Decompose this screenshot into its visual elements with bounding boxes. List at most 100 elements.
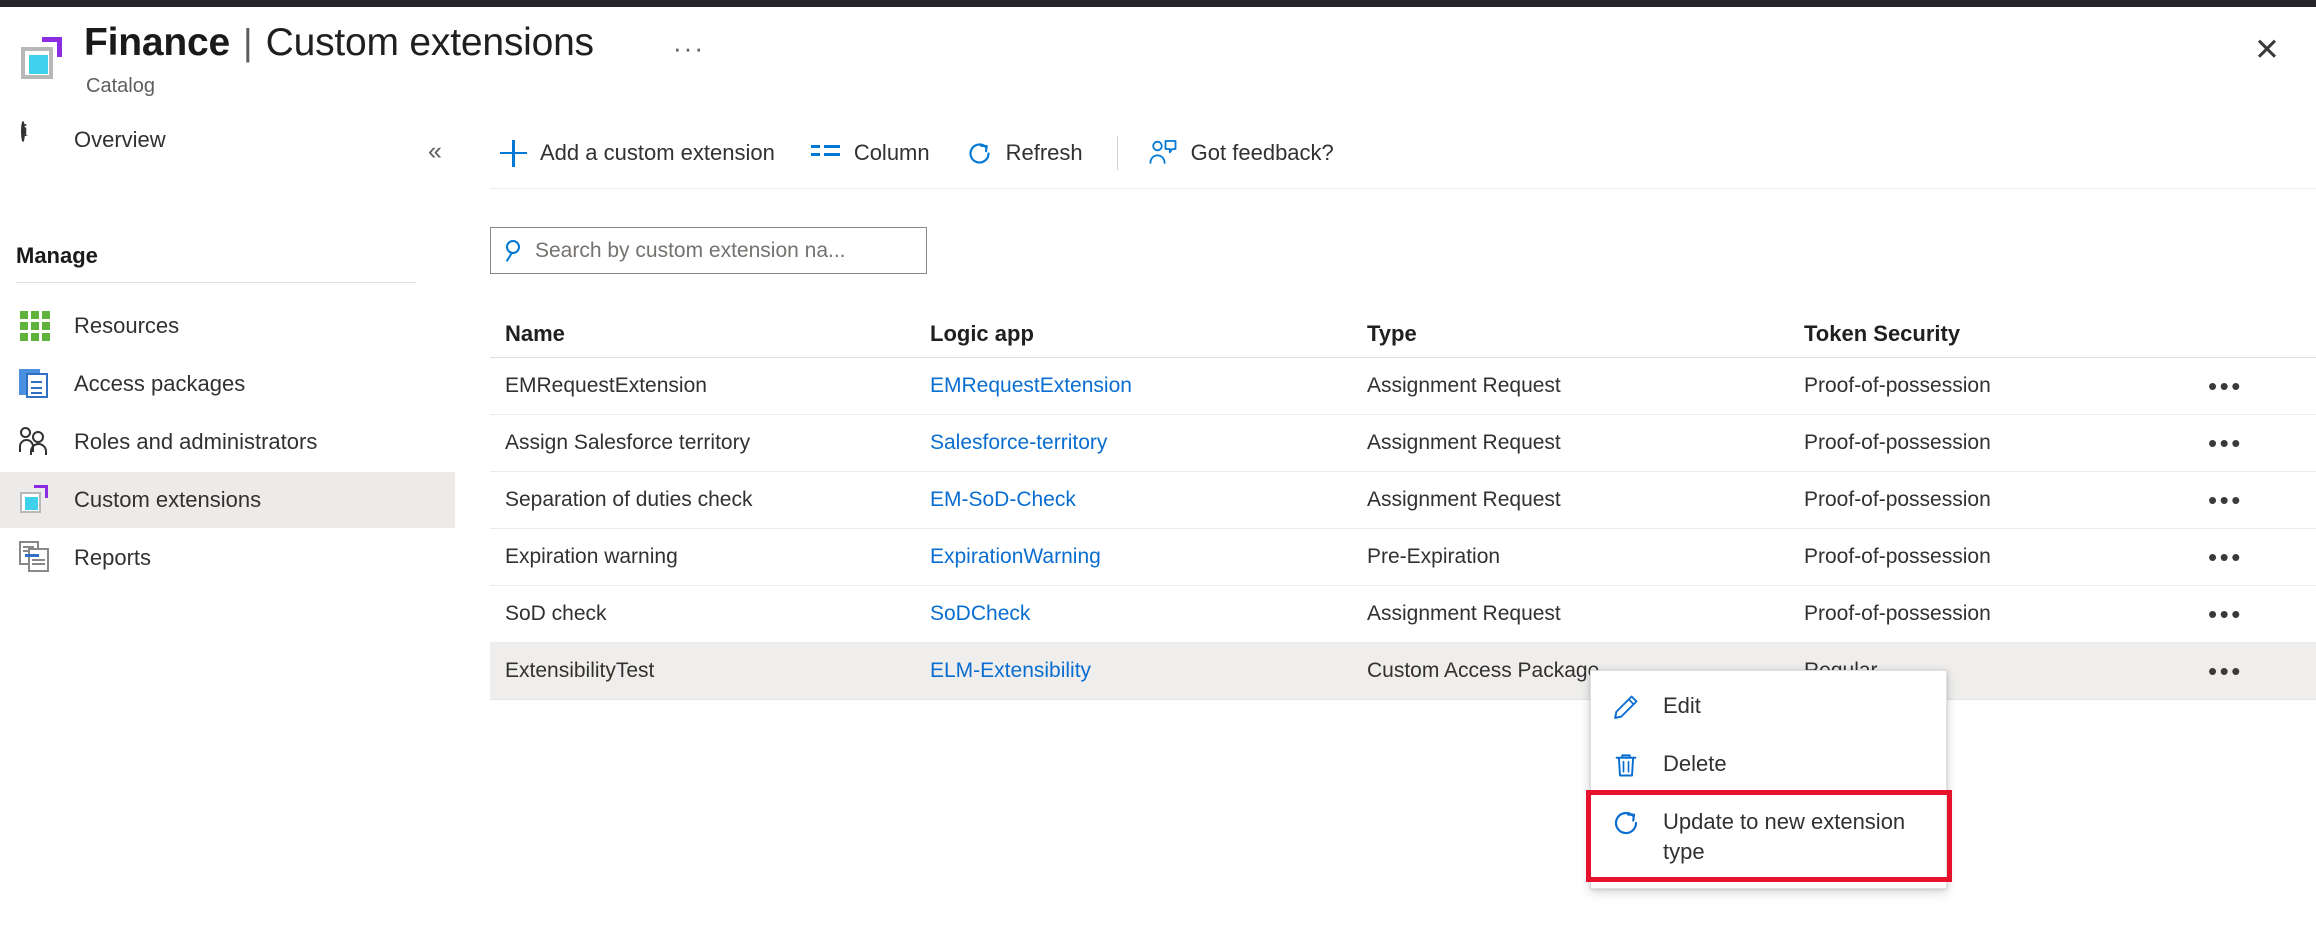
cell-type: Assignment Request bbox=[1367, 431, 1804, 455]
cell-name: Expiration warning bbox=[490, 545, 930, 569]
sidebar-item-label: Resources bbox=[74, 313, 179, 339]
cell-logic-app-link[interactable]: Salesforce-territory bbox=[930, 431, 1367, 455]
sidebar-item-access-packages[interactable]: Access packages bbox=[0, 356, 455, 412]
cell-name: SoD check bbox=[490, 602, 930, 626]
cell-name: ExtensibilityTest bbox=[490, 659, 930, 683]
pencil-icon bbox=[1611, 692, 1641, 722]
sidebar-item-resources[interactable]: Resources bbox=[0, 298, 455, 354]
cell-logic-app-link[interactable]: ExpirationWarning bbox=[930, 545, 1367, 569]
grid-icon bbox=[18, 309, 52, 343]
sidebar-item-custom-extensions[interactable]: Custom extensions bbox=[0, 472, 455, 528]
sidebar-section-manage: Manage bbox=[16, 243, 98, 269]
context-menu-item-label: Edit bbox=[1663, 691, 1701, 721]
cell-type: Assignment Request bbox=[1367, 374, 1804, 398]
cell-type: Assignment Request bbox=[1367, 602, 1804, 626]
column-button[interactable]: Column bbox=[801, 128, 940, 178]
sidebar-item-overview[interactable]: Overview bbox=[0, 112, 455, 168]
close-icon[interactable]: ✕ bbox=[2246, 29, 2288, 71]
got-feedback-label: Got feedback? bbox=[1191, 140, 1334, 166]
table-row[interactable]: SoD check SoDCheck Assignment Request Pr… bbox=[490, 586, 2316, 643]
refresh-label: Refresh bbox=[1006, 140, 1083, 166]
cell-token-security: Proof-of-possession bbox=[1804, 602, 2204, 626]
cell-token-security: Proof-of-possession bbox=[1804, 545, 2204, 569]
row-actions-icon[interactable]: ••• bbox=[2204, 658, 2247, 684]
table-row[interactable]: ExtensibilityTest ELM-Extensibility Cust… bbox=[490, 643, 2316, 700]
sidebar-item-label: Roles and administrators bbox=[74, 429, 317, 455]
sidebar-item-reports[interactable]: Reports bbox=[0, 530, 455, 586]
info-icon bbox=[18, 123, 52, 157]
refresh-button[interactable]: Refresh bbox=[956, 128, 1093, 178]
search-input[interactable] bbox=[535, 239, 905, 263]
refresh-icon bbox=[966, 140, 993, 167]
trash-icon bbox=[1611, 750, 1641, 780]
sidebar-item-label: Access packages bbox=[74, 371, 245, 397]
cell-logic-app-link[interactable]: ELM-Extensibility bbox=[930, 659, 1367, 683]
cell-name: EMRequestExtension bbox=[490, 374, 930, 398]
refresh-icon bbox=[1611, 808, 1641, 838]
table-row[interactable]: EMRequestExtension EMRequestExtension As… bbox=[490, 358, 2316, 415]
context-menu-item-delete[interactable]: Delete bbox=[1591, 736, 1946, 794]
table-header-row: Name Logic app Type Token Security bbox=[490, 310, 2316, 358]
cell-name: Assign Salesforce territory bbox=[490, 431, 930, 455]
row-actions-icon[interactable]: ••• bbox=[2204, 601, 2247, 627]
got-feedback-button[interactable]: Got feedback? bbox=[1138, 128, 1344, 178]
people-icon bbox=[18, 425, 52, 459]
sidebar: « Overview Manage Resources Access packa… bbox=[0, 112, 466, 926]
sidebar-divider bbox=[16, 282, 416, 283]
main-content: Add a custom extension Column Refresh bbox=[490, 112, 2316, 926]
search-box[interactable] bbox=[490, 227, 927, 274]
sidebar-item-label: Overview bbox=[74, 127, 166, 153]
command-bar: Add a custom extension Column Refresh bbox=[490, 124, 1360, 182]
add-custom-extension-label: Add a custom extension bbox=[540, 140, 775, 166]
context-menu-item-edit[interactable]: Edit bbox=[1591, 678, 1946, 736]
column-header-token-security[interactable]: Token Security bbox=[1804, 321, 2204, 347]
row-actions-icon[interactable]: ••• bbox=[2204, 544, 2247, 570]
sidebar-item-label: Custom extensions bbox=[74, 487, 261, 513]
row-context-menu: Edit Delete bbox=[1590, 670, 1947, 889]
azure-portal-blade: Finance | Custom extensions ··· Catalog … bbox=[0, 0, 2316, 926]
cell-logic-app-link[interactable]: EMRequestExtension bbox=[930, 374, 1367, 398]
context-menu-item-label: Update to new extension type bbox=[1663, 807, 1911, 867]
cell-logic-app-link[interactable]: EM-SoD-Check bbox=[930, 488, 1367, 512]
cell-token-security: Proof-of-possession bbox=[1804, 431, 2204, 455]
toolbar-divider bbox=[1117, 136, 1118, 170]
more-options-icon[interactable]: ··· bbox=[673, 33, 705, 63]
table-row[interactable]: Assign Salesforce territory Salesforce-t… bbox=[490, 415, 2316, 472]
table-row[interactable]: Separation of duties check EM-SoD-Check … bbox=[490, 472, 2316, 529]
column-icon bbox=[811, 142, 841, 164]
context-menu-item-label: Delete bbox=[1663, 749, 1727, 779]
top-chrome-strip bbox=[0, 0, 2316, 7]
sidebar-item-label: Reports bbox=[74, 545, 151, 571]
cell-token-security: Proof-of-possession bbox=[1804, 374, 2204, 398]
row-actions-icon[interactable]: ••• bbox=[2204, 430, 2247, 456]
page-title-separator: | bbox=[243, 22, 253, 64]
blade-header: Finance | Custom extensions ··· Catalog … bbox=[0, 7, 2316, 112]
breadcrumb: Catalog bbox=[86, 75, 155, 98]
cell-token-security: Proof-of-possession bbox=[1804, 488, 2204, 512]
feedback-icon bbox=[1148, 139, 1178, 167]
table-row[interactable]: Expiration warning ExpirationWarning Pre… bbox=[490, 529, 2316, 586]
column-header-type[interactable]: Type bbox=[1367, 321, 1804, 347]
column-label: Column bbox=[854, 140, 930, 166]
page-title-main: Finance bbox=[84, 21, 230, 65]
row-actions-icon[interactable]: ••• bbox=[2204, 373, 2247, 399]
context-menu-item-update-extension-type[interactable]: Update to new extension type bbox=[1591, 794, 1946, 880]
search-icon bbox=[503, 239, 527, 263]
page-title: Finance | Custom extensions bbox=[84, 21, 594, 65]
column-header-name[interactable]: Name bbox=[490, 321, 930, 347]
add-custom-extension-button[interactable]: Add a custom extension bbox=[490, 128, 785, 178]
custom-extensions-table: Name Logic app Type Token Security EMReq… bbox=[490, 310, 2316, 700]
plus-icon bbox=[500, 140, 527, 167]
column-header-logic-app[interactable]: Logic app bbox=[930, 321, 1367, 347]
extension-icon bbox=[18, 483, 52, 517]
sidebar-item-roles-and-administrators[interactable]: Roles and administrators bbox=[0, 414, 455, 470]
catalog-icon bbox=[18, 33, 68, 83]
cell-type: Pre-Expiration bbox=[1367, 545, 1804, 569]
page-title-sub: Custom extensions bbox=[266, 21, 594, 65]
row-actions-icon[interactable]: ••• bbox=[2204, 487, 2247, 513]
cell-name: Separation of duties check bbox=[490, 488, 930, 512]
report-icon bbox=[18, 541, 52, 575]
cell-type: Assignment Request bbox=[1367, 488, 1804, 512]
documents-icon bbox=[18, 367, 52, 401]
cell-logic-app-link[interactable]: SoDCheck bbox=[930, 602, 1367, 626]
